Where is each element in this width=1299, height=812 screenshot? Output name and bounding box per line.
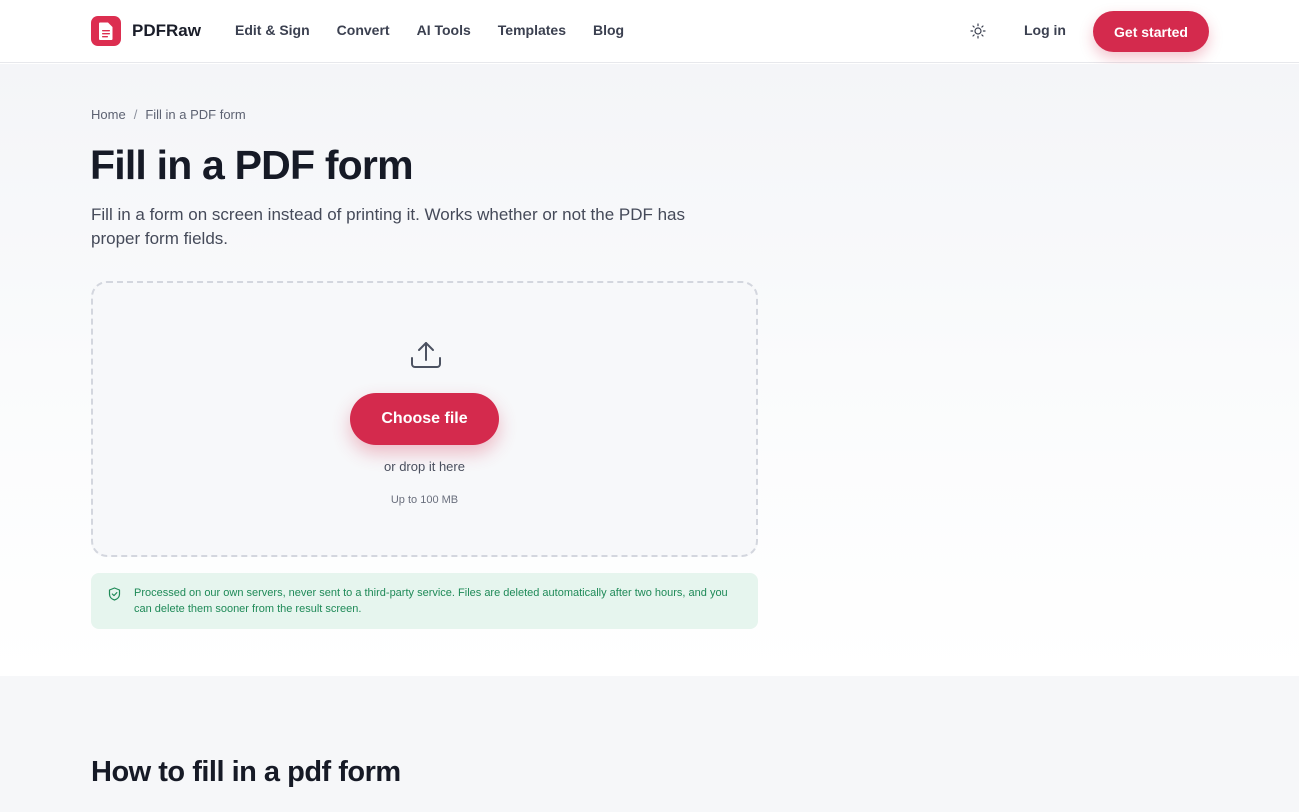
page-subtitle: Fill in a form on screen instead of prin… [91,205,686,248]
main-nav: Edit & Sign Convert AI Tools Templates B… [235,22,651,38]
size-limit: Up to 100 MB [390,494,459,506]
upload-icon [409,340,443,370]
breadcrumb-separator: / [133,107,138,122]
brand-name: PDFRaw [132,21,201,40]
page-title: Fill in a PDF form [90,142,414,188]
privacy-notice: Processed on our own servers, never sent… [91,573,758,629]
hero-section: Home / Fill in a PDF form Fill in a PDF … [0,64,1299,676]
login-link[interactable]: Log in [1024,22,1066,38]
choose-file-button[interactable]: Choose file [350,393,499,445]
nav-ai-tools[interactable]: AI Tools [417,22,471,38]
nav-templates[interactable]: Templates [498,22,566,38]
get-started-button[interactable]: Get started [1093,11,1209,52]
file-dropzone[interactable]: Choose file or drop it here Up to 100 MB [91,281,758,557]
sun-icon[interactable] [968,21,988,41]
breadcrumb-home[interactable]: Home [91,107,126,122]
breadcrumb: Home / Fill in a PDF form [91,107,246,122]
site-header: PDFRaw Edit & Sign Convert AI Tools Temp… [0,0,1299,63]
breadcrumb-current: Fill in a PDF form [145,107,246,122]
privacy-text: Processed on our own servers, never sent… [134,587,728,615]
how-to-title: How to fill in a pdf form [91,756,401,788]
document-icon [91,16,121,46]
how-to-section: How to fill in a pdf form [0,676,1299,812]
nav-blog[interactable]: Blog [593,22,624,38]
brand-logo[interactable]: PDFRaw [91,16,201,46]
drop-hint: or drop it here [384,459,465,474]
nav-edit-sign[interactable]: Edit & Sign [235,22,310,38]
nav-convert[interactable]: Convert [337,22,390,38]
shield-check-icon [108,587,121,601]
